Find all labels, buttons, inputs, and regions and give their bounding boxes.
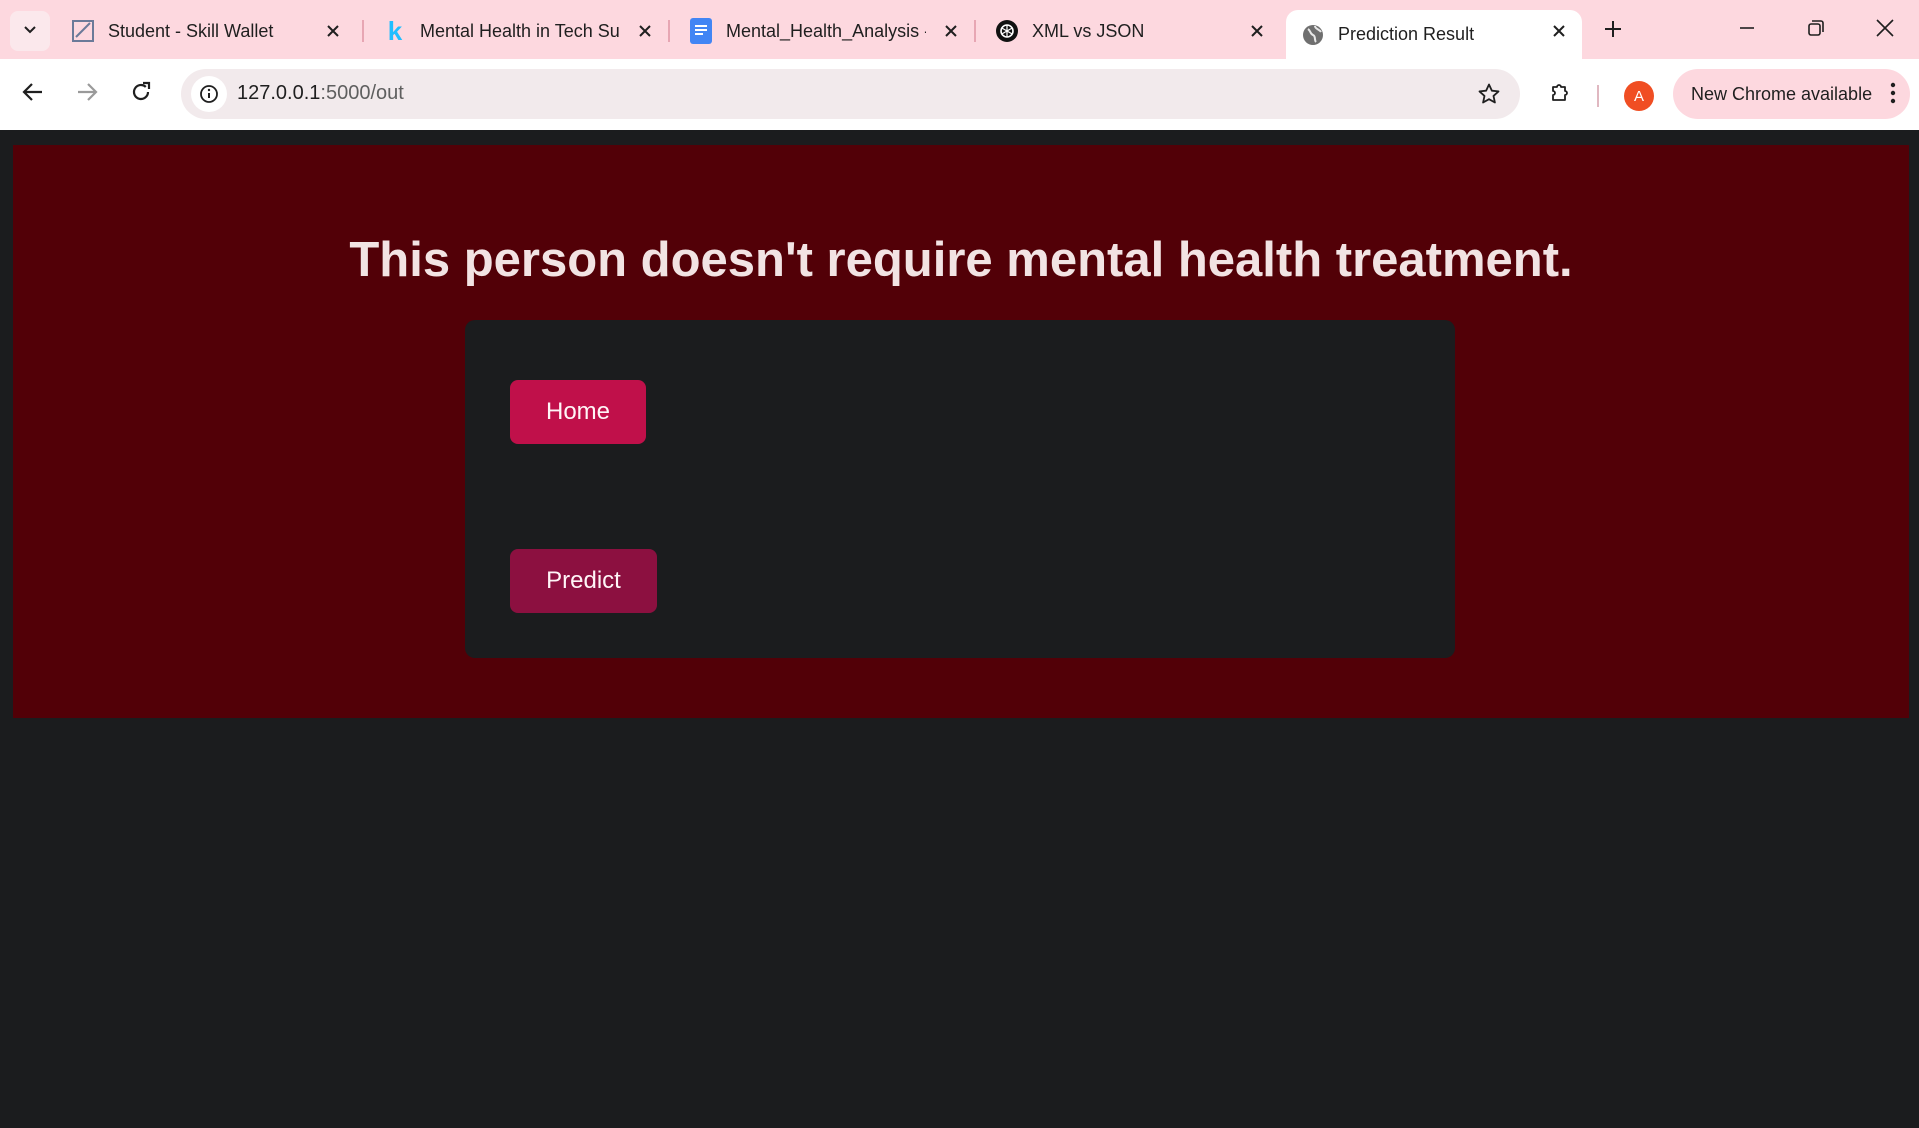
toolbar-divider (1597, 85, 1599, 107)
more-vert-icon (1890, 82, 1896, 109)
predict-button[interactable]: Predict (510, 549, 657, 613)
close-icon (1876, 18, 1894, 42)
action-card: Home Predict (465, 320, 1455, 658)
browser-toolbar: 127.0.0.1:5000/out A New Chrome availabl… (0, 59, 1919, 130)
back-button[interactable] (12, 73, 54, 115)
tab-label: Mental Health in Tech Su (420, 20, 620, 41)
profile-avatar[interactable]: A (1624, 81, 1654, 111)
chatgpt-icon (994, 18, 1020, 44)
close-icon[interactable] (634, 20, 656, 42)
tab-label: Student - Skill Wallet (108, 20, 274, 41)
minimize-icon (1739, 20, 1755, 41)
site-info-icon[interactable] (191, 76, 227, 112)
tab-prediction-result[interactable]: Prediction Result (1286, 10, 1582, 59)
tab-divider (668, 20, 670, 42)
home-button[interactable]: Home (510, 380, 646, 444)
google-docs-icon (688, 18, 714, 44)
result-section: This person doesn't require mental healt… (13, 145, 1909, 718)
reload-button[interactable] (120, 73, 162, 115)
tab-kaggle[interactable]: k Mental Health in Tech Su (368, 10, 668, 52)
tab-skill-wallet[interactable]: Student - Skill Wallet (56, 10, 356, 52)
restore-button[interactable] (1789, 10, 1843, 50)
arrow-left-icon (22, 81, 44, 108)
chevron-down-icon (22, 21, 38, 42)
tab-label: Mental_Health_Analysis - (726, 20, 926, 41)
update-label: New Chrome available (1691, 83, 1873, 104)
close-icon[interactable] (1246, 20, 1268, 42)
new-tab-button[interactable] (1596, 14, 1630, 48)
page-viewport: This person doesn't require mental healt… (0, 130, 1919, 1128)
tab-divider (362, 20, 364, 42)
tab-search-button[interactable] (10, 11, 50, 51)
close-icon[interactable] (1548, 20, 1570, 42)
bookmark-star-icon[interactable] (1476, 81, 1502, 107)
kaggle-icon: k (387, 15, 403, 46)
skill-wallet-icon (70, 18, 96, 44)
close-icon[interactable] (940, 20, 962, 42)
prediction-result-heading: This person doesn't require mental healt… (349, 233, 1573, 287)
update-chrome-button[interactable]: New Chrome available (1673, 69, 1910, 119)
tab-strip: Student - Skill Wallet k Mental Health i… (0, 0, 1919, 59)
tab-label: XML vs JSON (1032, 20, 1145, 41)
restore-icon (1807, 19, 1825, 42)
extensions-button[interactable] (1540, 73, 1582, 115)
tab-google-docs[interactable]: Mental_Health_Analysis - (674, 10, 974, 52)
tab-chatgpt[interactable]: XML vs JSON (980, 10, 1280, 52)
url-host: 127.0.0.1 (237, 82, 321, 104)
plus-icon (1604, 20, 1622, 43)
tab-divider (974, 20, 976, 42)
reload-icon (130, 81, 152, 108)
tab-label: Prediction Result (1338, 24, 1475, 44)
globe-icon (1300, 22, 1326, 48)
address-bar[interactable]: 127.0.0.1:5000/out (181, 69, 1520, 119)
minimize-button[interactable] (1720, 10, 1774, 50)
close-icon[interactable] (322, 20, 344, 42)
close-window-button[interactable] (1858, 10, 1912, 50)
puzzle-icon (1549, 80, 1573, 109)
url-text: 127.0.0.1:5000/out (237, 82, 404, 105)
arrow-right-icon (76, 81, 98, 108)
url-path: :5000/out (320, 82, 404, 104)
forward-button[interactable] (66, 73, 108, 115)
